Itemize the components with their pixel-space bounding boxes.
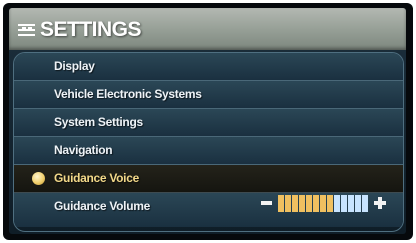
menu-item-label: Vehicle Electronic Systems [54,87,202,101]
volume-segment-filled [299,195,305,212]
volume-slider[interactable] [278,195,369,212]
menu-item-vehicle-electronic-systems[interactable]: Vehicle Electronic Systems [14,81,403,109]
menu-item-guidance-volume[interactable]: Guidance Volume [14,193,403,227]
volume-segment-empty [355,195,361,212]
menu-item-guidance-voice[interactable]: Guidance Voice [14,165,403,193]
menu-item-label: Guidance Volume [54,199,150,213]
menu-item-label: System Settings [54,115,143,129]
settings-menu: Display Vehicle Electronic Systems Syste… [13,52,404,232]
volume-segment-filled [306,195,312,212]
page-title: SETTINGS [40,18,142,41]
volume-segment-filled [320,195,326,212]
selected-bullet-icon [32,172,45,185]
settings-screen: SETTINGS Display Vehicle Electronic Syst… [9,8,406,234]
volume-segment-filled [285,195,291,212]
volume-segment-empty [362,195,368,212]
volume-segment-empty [348,195,354,212]
menu-item-label: Navigation [54,143,113,157]
menu-item-system-settings[interactable]: System Settings [14,109,403,137]
volume-segment-filled [292,195,298,212]
volume-segment-filled [278,195,284,212]
settings-menu-icon [18,24,35,36]
title-bar: SETTINGS [9,8,406,50]
plus-icon[interactable] [374,197,386,209]
volume-segment-empty [341,195,347,212]
menu-item-label: Display [54,59,95,73]
volume-segment-empty [334,195,340,212]
minus-icon[interactable] [261,201,272,205]
menu-item-label: Guidance Voice [54,171,139,185]
menu-item-display[interactable]: Display [14,53,403,81]
menu-item-navigation[interactable]: Navigation [14,137,403,165]
volume-segment-filled [327,195,333,212]
volume-segment-filled [313,195,319,212]
